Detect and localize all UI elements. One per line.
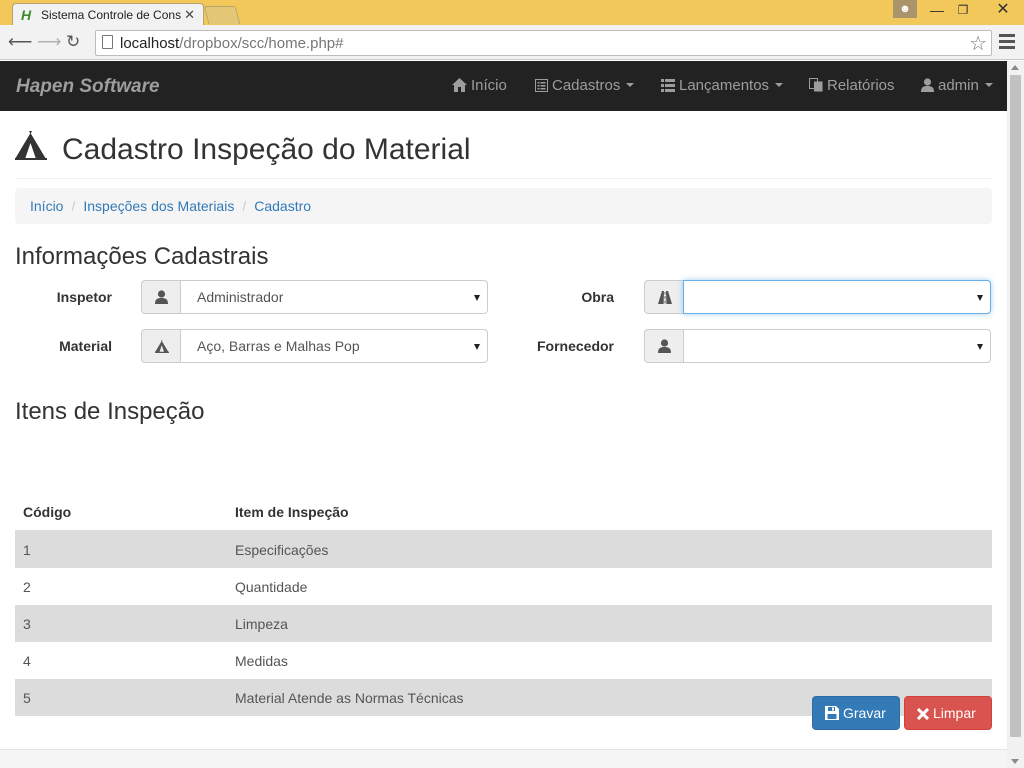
obra-select[interactable] <box>683 280 991 314</box>
browser-toolbar: ⟵ ⟶ ↻ localhost/dropbox/scc/home.php# ☆ <box>0 25 1024 60</box>
page-viewport: Hapen Software Início Cadastros Lançamen… <box>0 61 1007 768</box>
material-input-group: Aço, Barras e Malhas Pop <box>141 329 488 363</box>
floppy-disk-icon <box>825 706 839 720</box>
home-icon <box>452 78 467 92</box>
breadcrumb-inspecoes[interactable]: Inspeções dos Materiais <box>83 198 234 214</box>
nav-item-inicio[interactable]: Início <box>452 77 507 94</box>
cell-codigo: 1 <box>15 531 227 568</box>
cell-codigo: 4 <box>23 652 31 669</box>
table-row[interactable]: 3 Limpeza <box>15 605 992 642</box>
fornecedor-input-group <box>644 329 991 363</box>
table-header-row: Código Item de Inspeção <box>15 493 992 532</box>
top-navbar: Hapen Software Início Cadastros Lançamen… <box>0 61 1007 111</box>
close-window-button[interactable]: ✕ <box>982 0 1024 20</box>
breadcrumb: Início / Inspeções dos Materiais / Cadastro <box>15 188 992 224</box>
forward-arrow-icon[interactable]: ⟶ <box>37 32 61 52</box>
close-icon <box>916 707 930 721</box>
cell-item: Limpeza <box>227 605 992 642</box>
user-icon <box>141 280 181 314</box>
clear-button[interactable]: Limpar <box>904 696 992 730</box>
chevron-down-icon <box>775 83 784 87</box>
section-title-items: Itens de Inspeção <box>15 398 205 425</box>
page-title: Cadastro Inspeção do Material <box>62 133 471 166</box>
tab-title: Sistema Controle de Cons <box>41 8 182 22</box>
nav-item-admin[interactable]: admin <box>921 77 993 94</box>
material-label: Material <box>59 338 112 354</box>
material-select[interactable]: Aço, Barras e Malhas Pop <box>180 329 488 363</box>
page-header: Cadastro Inspeção do Material <box>15 129 992 179</box>
restore-button[interactable]: ❐ <box>950 0 976 20</box>
list-icon <box>661 79 675 92</box>
select-arrow-icon <box>977 295 983 301</box>
scrollbar-thumb[interactable] <box>1010 75 1021 737</box>
cell-item: Medidas <box>235 652 288 669</box>
obra-input-group <box>644 280 991 314</box>
new-tab-button[interactable] <box>203 6 241 24</box>
page-scrollbar[interactable] <box>1007 61 1024 768</box>
cell-codigo: 2 <box>23 578 31 595</box>
select-arrow-icon <box>474 344 480 350</box>
obra-label: Obra <box>581 289 614 305</box>
address-bar[interactable]: localhost/dropbox/scc/home.php# ☆ <box>95 30 992 56</box>
section-title-info: Informações Cadastrais <box>15 243 269 270</box>
nav-item-relatorios[interactable]: Relatórios <box>809 77 895 94</box>
copy-icon <box>809 78 823 92</box>
select-arrow-icon <box>474 295 480 301</box>
tent-icon <box>15 131 47 160</box>
chrome-menu-icon[interactable] <box>999 34 1015 52</box>
fornecedor-label: Fornecedor <box>536 338 614 354</box>
breadcrumb-cadastro[interactable]: Cadastro <box>254 198 311 214</box>
brand-logo[interactable]: Hapen Software <box>16 76 160 98</box>
inspection-items-table: Código Item de Inspeção 1 Especificações … <box>15 493 992 716</box>
cell-codigo: 5 <box>15 679 227 716</box>
scroll-down-icon[interactable] <box>1011 759 1019 764</box>
road-icon <box>644 280 684 314</box>
breadcrumb-inicio[interactable]: Início <box>30 198 63 214</box>
cell-item: Especificações <box>227 531 992 568</box>
page-footer <box>0 749 1007 768</box>
select-arrow-icon <box>977 344 983 350</box>
nav-item-lancamentos[interactable]: Lançamentos <box>661 77 784 94</box>
profile-icon[interactable]: ☻ <box>893 0 917 18</box>
user-icon <box>921 78 934 92</box>
back-arrow-icon[interactable]: ⟵ <box>8 32 32 52</box>
column-header-item: Item de Inspeção <box>227 493 992 532</box>
tent-icon <box>141 329 181 363</box>
save-button[interactable]: Gravar <box>812 696 900 730</box>
table-row[interactable]: 4 Medidas <box>15 642 992 679</box>
page-icon <box>102 35 113 49</box>
inspetor-label: Inspetor <box>56 289 112 305</box>
chevron-down-icon <box>626 83 635 87</box>
inspetor-select[interactable]: Administrador <box>180 280 488 314</box>
chevron-down-icon <box>984 83 993 87</box>
table-row[interactable]: 1 Especificações <box>15 531 992 568</box>
table-row[interactable]: 2 Quantidade <box>15 568 992 605</box>
nav-item-cadastros[interactable]: Cadastros <box>535 77 635 94</box>
fornecedor-select[interactable] <box>683 329 991 363</box>
column-header-codigo: Código <box>15 493 227 532</box>
browser-title-bar: H Sistema Controle de Cons ✕ ☻ — ❐ ✕ <box>0 0 1024 25</box>
browser-tab[interactable]: H Sistema Controle de Cons ✕ <box>12 3 204 25</box>
minimize-button[interactable]: — <box>924 0 950 20</box>
cell-item: Quantidade <box>235 578 308 595</box>
inspetor-input-group: Administrador <box>141 280 488 314</box>
list-alt-icon <box>535 79 548 92</box>
scroll-up-icon[interactable] <box>1011 65 1019 70</box>
favicon-icon: H <box>21 7 32 23</box>
tab-close-icon[interactable]: ✕ <box>184 7 195 23</box>
reload-icon[interactable]: ↻ <box>66 32 80 52</box>
user-icon <box>644 329 684 363</box>
url-text: localhost/dropbox/scc/home.php# <box>120 35 344 52</box>
cell-codigo: 3 <box>15 605 227 642</box>
bookmark-star-icon[interactable]: ☆ <box>969 31 987 56</box>
